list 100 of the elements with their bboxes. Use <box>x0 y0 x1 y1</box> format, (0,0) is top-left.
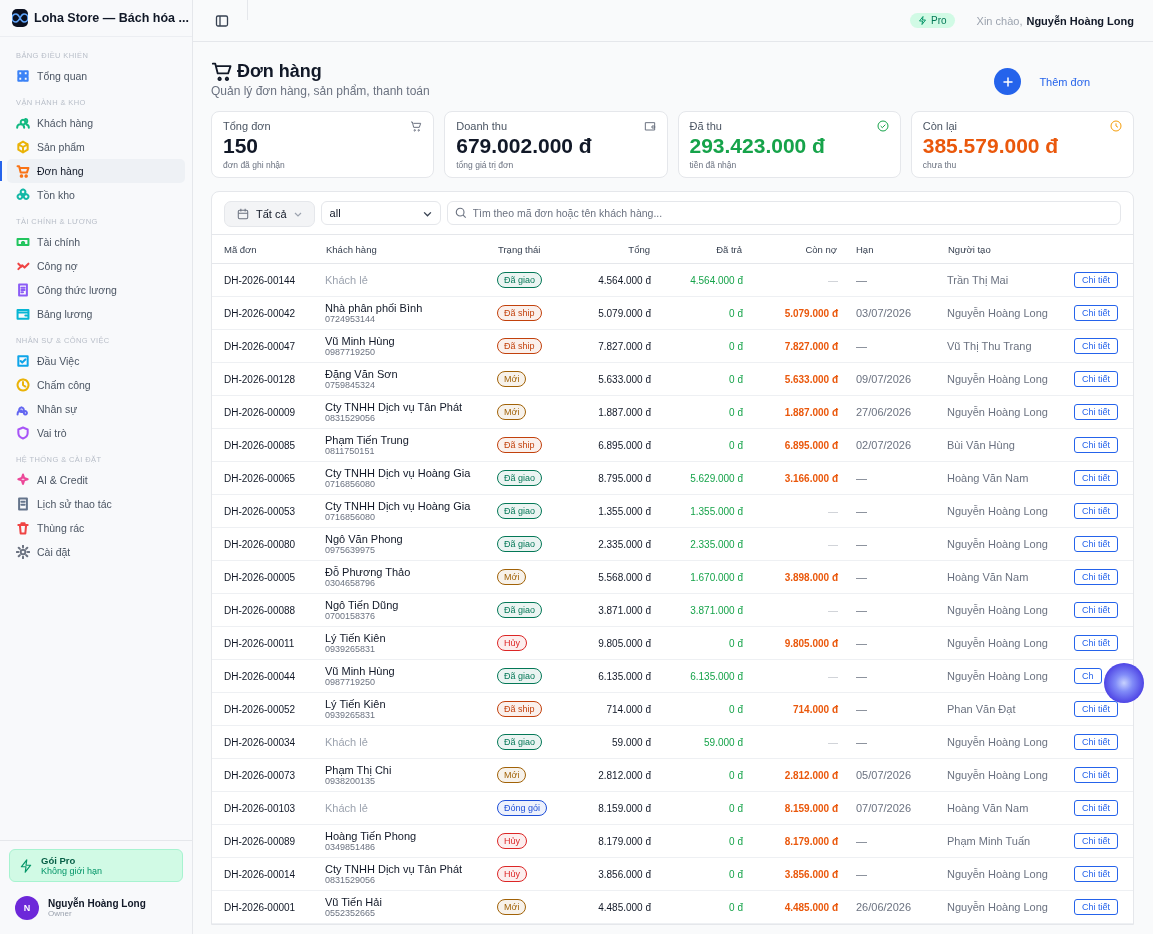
deadline-date: 07/07/2026 <box>856 802 912 814</box>
customer-phone: 0716856080 <box>325 512 377 522</box>
total-amount: 8.795.000 đ <box>598 472 651 484</box>
due-amount: — <box>828 604 838 616</box>
customer-name: Cty TNHH Dịch vụ Hoàng Gia <box>325 467 472 479</box>
sidebar-toggle-icon[interactable] <box>215 13 229 28</box>
greeting-text: Xin chào, <box>976 14 1023 27</box>
status-badge: Mới <box>497 371 527 387</box>
customer-phone: 0831529056 <box>325 413 377 423</box>
column-header: Tổng <box>561 235 651 264</box>
detail-button[interactable]: Chi tiết <box>1074 833 1118 849</box>
stat-note: đơn đã ghi nhận <box>223 160 286 170</box>
chat-bubble[interactable] <box>1104 663 1144 703</box>
order-id: DH-2026-00065 <box>224 472 296 484</box>
sidebar-item[interactable]: Sản phẩm <box>7 135 185 159</box>
sidebar-item[interactable]: Tổng quan <box>7 64 185 88</box>
search-icon <box>454 207 467 219</box>
order-id: DH-2026-00042 <box>224 307 296 319</box>
paid-amount: 5.629.000 đ <box>690 472 743 484</box>
paid-amount: 3.871.000 đ <box>690 604 743 616</box>
detail-button[interactable]: Chi tiết <box>1074 899 1118 915</box>
paid-amount: 0 đ <box>729 307 743 319</box>
stat-note: tiền đã nhận <box>689 160 738 170</box>
sidebar-item[interactable]: Công thức lương <box>7 278 185 302</box>
period-dropdown[interactable]: Tất cả <box>224 201 315 227</box>
search-field[interactable]: Tìm theo mã đơn hoặc tên khách hàng... <box>446 201 1121 225</box>
sidebar-item[interactable]: Thùng rác <box>7 516 185 540</box>
user-name: Nguyễn Hoàng Long <box>48 898 146 909</box>
detail-button[interactable]: Chi tiết <box>1074 536 1118 552</box>
app-title: Loha Store — Bách hóa ... <box>34 11 189 25</box>
creator-name: Nguyễn Hoàng Long <box>947 538 1048 550</box>
status-badge: Đã giao <box>497 536 543 552</box>
status-badge: Đã giao <box>497 668 543 684</box>
add-order-link[interactable]: Thêm đơn <box>1039 75 1090 88</box>
sidebar-item[interactable]: Tồn kho <box>7 183 185 207</box>
column-header: Khách hàng <box>325 235 497 264</box>
detail-button[interactable]: Chi tiết <box>1074 602 1118 618</box>
sidebar-item[interactable]: Bảng lương <box>7 302 185 326</box>
detail-button[interactable]: Chi tiết <box>1074 701 1118 717</box>
detail-button[interactable]: Ch <box>1074 668 1102 684</box>
paid-amount: 0 đ <box>729 703 743 715</box>
stat-label: Tổng đơn <box>223 120 271 132</box>
stat-note: tổng giá trị đơn <box>456 160 515 170</box>
customer-name: Vũ Tiến Hải <box>325 896 383 908</box>
sidebar-item[interactable]: Đầu Việc <box>7 349 185 373</box>
sidebar-item[interactable]: Cài đặt <box>7 540 185 564</box>
customer-phone: 0939265831 <box>325 644 377 654</box>
user-role: Owner <box>48 909 73 918</box>
status-badge: Hủy <box>497 635 527 651</box>
detail-button[interactable]: Chi tiết <box>1074 305 1118 321</box>
detail-button[interactable]: Chi tiết <box>1074 437 1118 453</box>
plan-card[interactable]: Gói Pro Không giới hạn <box>9 849 183 882</box>
paid-amount: 6.135.000 đ <box>690 670 743 682</box>
deadline-date: — <box>856 604 867 616</box>
detail-button[interactable]: Chi tiết <box>1074 371 1118 387</box>
detail-button[interactable]: Chi tiết <box>1074 503 1118 519</box>
order-id: DH-2026-00080 <box>224 538 296 550</box>
detail-button[interactable]: Chi tiết <box>1074 569 1118 585</box>
detail-button[interactable]: Chi tiết <box>1074 338 1118 354</box>
sidebar-item[interactable]: Nhân sự <box>7 397 185 421</box>
detail-button[interactable]: Chi tiết <box>1074 272 1118 288</box>
status-badge: Đã giao <box>497 503 543 519</box>
due-amount: — <box>828 274 838 286</box>
detail-button[interactable]: Chi tiết <box>1074 470 1118 486</box>
user-avatar[interactable]: N <box>15 896 39 920</box>
paid-amount: 4.564.000 đ <box>690 274 743 286</box>
detail-button[interactable]: Chi tiết <box>1074 404 1118 420</box>
detail-button[interactable]: Chi tiết <box>1074 635 1118 651</box>
sidebar-item[interactable]: Vai trò <box>7 421 185 445</box>
sidebar-item[interactable]: Chấm công <box>7 373 185 397</box>
stat-label: Doanh thu <box>456 120 507 132</box>
creator-name: Hoàng Văn Nam <box>947 472 1029 484</box>
sidebar-item[interactable]: Khách hàng <box>7 111 185 135</box>
calendar-icon <box>237 208 249 220</box>
sidebar-item[interactable]: Lịch sử thao tác <box>7 492 185 516</box>
detail-button[interactable]: Chi tiết <box>1074 866 1118 882</box>
paid-amount: 59.000 đ <box>704 736 743 748</box>
status-dropdown[interactable]: all <box>320 201 441 225</box>
total-amount: 7.827.000 đ <box>598 340 651 352</box>
customer-phone: 0987719250 <box>325 347 377 357</box>
due-amount: 9.805.000 đ <box>784 637 838 649</box>
due-amount: 1.887.000 đ <box>784 406 838 418</box>
total-amount: 5.079.000 đ <box>598 307 651 319</box>
customer-phone: 0700158376 <box>325 611 377 621</box>
detail-button[interactable]: Chi tiết <box>1074 800 1118 816</box>
status-badge: Đã giao <box>497 602 543 618</box>
customer-name: Cty TNHH Dịch vụ Tân Phát <box>325 401 464 413</box>
sidebar-item[interactable]: Tài chính <box>7 230 185 254</box>
sidebar-item[interactable]: Công nợ <box>7 254 185 278</box>
page-title: Đơn hàng <box>237 60 322 82</box>
status-badge: Đã ship <box>497 701 542 717</box>
detail-button[interactable]: Chi tiết <box>1074 767 1118 783</box>
sidebar-item[interactable]: AI & Credit <box>7 468 185 492</box>
add-button[interactable] <box>994 68 1022 95</box>
status-badge: Đã giao <box>497 272 543 288</box>
creator-name: Nguyễn Hoàng Long <box>947 868 1048 880</box>
order-id: DH-2026-00011 <box>224 637 295 649</box>
clock-icon <box>1110 120 1122 132</box>
due-amount: 4.485.000 đ <box>784 901 838 913</box>
detail-button[interactable]: Chi tiết <box>1074 734 1118 750</box>
